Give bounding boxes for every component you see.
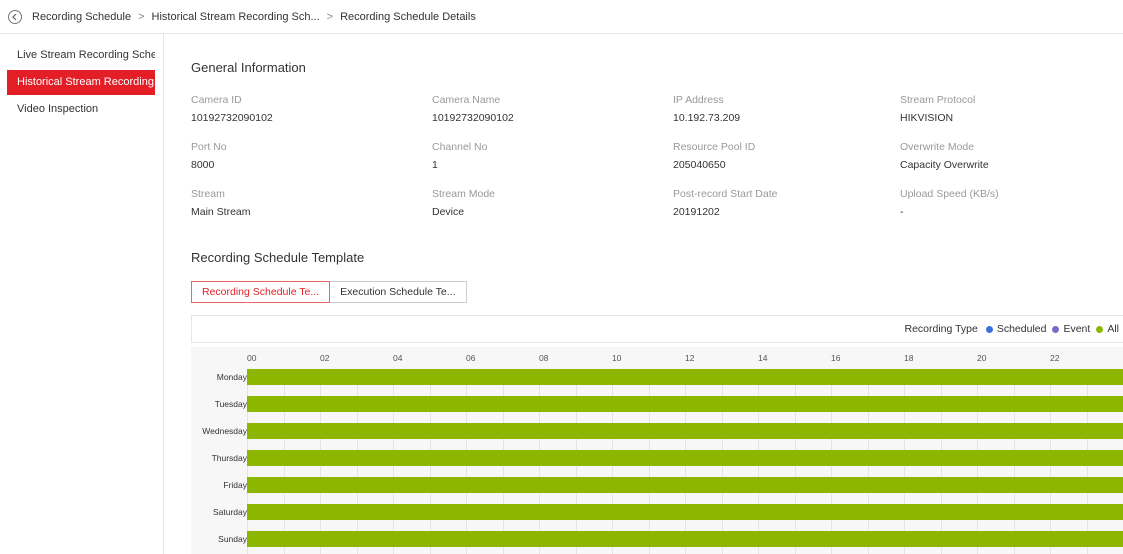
legend-item-event: Event bbox=[1052, 323, 1090, 335]
hour-label: 04 bbox=[393, 353, 403, 363]
info-label: Upload Speed (KB/s) bbox=[900, 188, 999, 200]
info-label: IP Address bbox=[673, 94, 724, 106]
info-value: 8000 bbox=[191, 159, 215, 171]
schedule-bar-sunday[interactable] bbox=[247, 531, 1123, 547]
info-resource-pool-id: Resource Pool ID 205040650 bbox=[673, 141, 873, 171]
general-information-title: General Information bbox=[191, 60, 306, 75]
hour-label: 16 bbox=[831, 353, 841, 363]
breadcrumb-separator-icon: > bbox=[138, 10, 145, 23]
info-label: Stream bbox=[191, 188, 225, 200]
day-label-monday: Monday bbox=[216, 372, 247, 382]
info-value: 205040650 bbox=[673, 159, 726, 171]
info-stream-mode: Stream Mode Device bbox=[432, 188, 632, 218]
info-upload-speed: Upload Speed (KB/s) - bbox=[900, 188, 1100, 218]
breadcrumb-item-recording-schedule[interactable]: Recording Schedule bbox=[32, 11, 131, 23]
day-label-sunday: Sunday bbox=[218, 534, 247, 544]
day-label-friday: Friday bbox=[223, 480, 247, 490]
tab-execution-schedule-template[interactable]: Execution Schedule Te... bbox=[330, 281, 467, 303]
info-label: Post-record Start Date bbox=[673, 188, 778, 200]
info-value: - bbox=[900, 206, 904, 218]
schedule-bar-wednesday[interactable] bbox=[247, 423, 1123, 439]
tab-recording-schedule-template[interactable]: Recording Schedule Te... bbox=[191, 281, 331, 303]
info-label: Port No bbox=[191, 141, 227, 153]
info-camera-id: Camera ID 10192732090102 bbox=[191, 94, 391, 124]
legend-label: All bbox=[1107, 323, 1119, 335]
info-stream-protocol: Stream Protocol HIKVISION bbox=[900, 94, 1100, 124]
sidebar: Live Stream Recording Sched... Historica… bbox=[0, 34, 164, 554]
info-label: Stream Protocol bbox=[900, 94, 976, 106]
hour-label: 14 bbox=[758, 353, 768, 363]
hour-label: 08 bbox=[539, 353, 549, 363]
event-dot-icon bbox=[1052, 325, 1060, 333]
schedule-bar-thursday[interactable] bbox=[247, 450, 1123, 466]
sidebar-item-live-stream[interactable]: Live Stream Recording Sched... bbox=[7, 43, 155, 68]
sidebar-item-video-inspection[interactable]: Video Inspection bbox=[7, 97, 155, 122]
hour-label: 02 bbox=[320, 353, 330, 363]
info-overwrite-mode: Overwrite Mode Capacity Overwrite bbox=[900, 141, 1100, 171]
schedule-bar-friday[interactable] bbox=[247, 477, 1123, 493]
legend-label: Event bbox=[1063, 323, 1091, 335]
hour-label: 20 bbox=[977, 353, 987, 363]
breadcrumb-item-current: Recording Schedule Details bbox=[340, 10, 476, 23]
day-label-thursday: Thursday bbox=[211, 453, 247, 463]
hour-label: 10 bbox=[612, 353, 622, 363]
hour-label: 22 bbox=[1050, 353, 1060, 363]
schedule-bar-saturday[interactable] bbox=[247, 504, 1123, 520]
all-dot-icon bbox=[1096, 325, 1104, 333]
hour-label: 18 bbox=[904, 353, 914, 363]
info-ip-address: IP Address 10.192.73.209 bbox=[673, 94, 873, 124]
info-value: Main Stream bbox=[191, 206, 251, 218]
info-label: Stream Mode bbox=[432, 188, 496, 200]
template-tabs: Recording Schedule Te... Execution Sched… bbox=[191, 281, 467, 303]
legend-item-scheduled: Scheduled bbox=[985, 323, 1047, 335]
legend-label: Scheduled bbox=[996, 323, 1047, 335]
info-value: HIKVISION bbox=[900, 112, 954, 124]
info-value: 20191202 bbox=[673, 206, 720, 218]
breadcrumb-item-historical-stream[interactable]: Historical Stream Recording Sch... bbox=[152, 11, 320, 23]
info-post-record-start-date: Post-record Start Date 20191202 bbox=[673, 188, 873, 218]
info-port-no: Port No 8000 bbox=[191, 141, 391, 171]
info-stream: Stream Main Stream bbox=[191, 188, 391, 218]
info-label: Camera Name bbox=[432, 94, 501, 106]
info-value: 10.192.73.209 bbox=[673, 112, 741, 124]
day-label-saturday: Saturday bbox=[212, 507, 247, 517]
recording-schedule-template-title: Recording Schedule Template bbox=[191, 250, 365, 265]
day-label-wednesday: Wednesday bbox=[202, 426, 247, 436]
breadcrumb: Recording Schedule > Historical Stream R… bbox=[0, 0, 1123, 34]
hour-label: 12 bbox=[685, 353, 695, 363]
info-label: Resource Pool ID bbox=[673, 141, 756, 153]
info-value: Capacity Overwrite bbox=[900, 159, 989, 171]
hour-axis: 00 02 04 06 08 10 12 14 16 18 20 22 bbox=[191, 347, 1123, 369]
info-value: 1 bbox=[432, 159, 438, 171]
info-camera-name: Camera Name 10192732090102 bbox=[432, 94, 632, 124]
info-label: Overwrite Mode bbox=[900, 141, 975, 153]
scheduled-dot-icon bbox=[985, 325, 993, 333]
info-label: Camera ID bbox=[191, 94, 242, 106]
day-label-tuesday: Tuesday bbox=[214, 399, 247, 409]
weekly-schedule-grid: 00 02 04 06 08 10 12 14 16 18 20 22 Monday Tuesday We… bbox=[191, 347, 1123, 554]
hour-label: 00 bbox=[247, 353, 257, 363]
info-value: 10192732090102 bbox=[432, 112, 514, 124]
recording-type-label: Recording Type bbox=[904, 323, 978, 335]
info-channel-no: Channel No 1 bbox=[432, 141, 632, 171]
schedule-bar-tuesday[interactable] bbox=[247, 396, 1123, 412]
info-value: 10192732090102 bbox=[191, 112, 273, 124]
hour-label: 06 bbox=[466, 353, 476, 363]
back-icon[interactable] bbox=[8, 9, 22, 24]
breadcrumb-separator-icon: > bbox=[326, 10, 334, 23]
schedule-bar-monday[interactable] bbox=[247, 369, 1123, 385]
info-label: Channel No bbox=[432, 141, 488, 153]
legend-item-all: All bbox=[1096, 323, 1119, 335]
info-value: Device bbox=[432, 206, 465, 218]
sidebar-item-historical-stream[interactable]: Historical Stream Recording... bbox=[7, 70, 155, 95]
recording-type-legend: Recording Type Scheduled Event All bbox=[191, 315, 1123, 343]
main-content: General Information Camera ID 1019273209… bbox=[165, 34, 1123, 554]
